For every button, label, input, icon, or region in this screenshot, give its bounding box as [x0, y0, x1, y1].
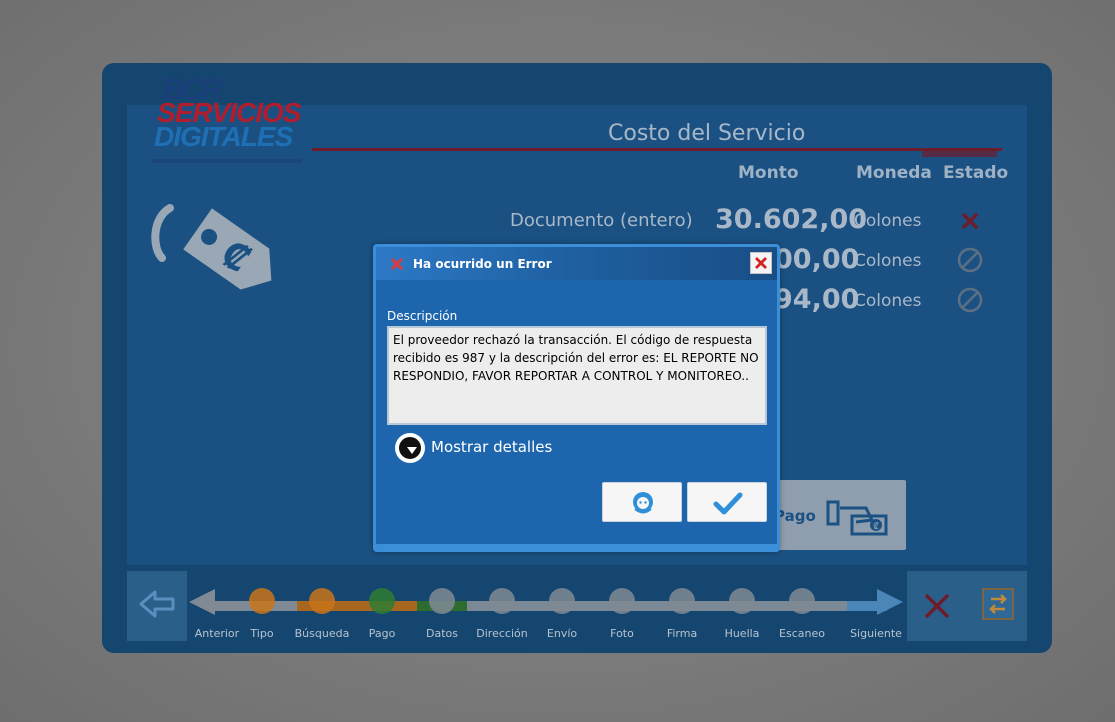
row-currency: Colones — [854, 251, 922, 271]
dialog-footer-bar — [376, 544, 777, 549]
price-tag-icon: ₡ — [151, 204, 272, 290]
step-5-location-icon[interactable] — [489, 588, 515, 614]
chevron-down-icon — [397, 435, 423, 461]
step-2-magnifier-icon[interactable] — [309, 588, 335, 614]
column-header-amount: Monto — [738, 163, 799, 183]
step-10-scanner-icon[interactable] — [789, 588, 815, 614]
show-details-toggle[interactable] — [395, 433, 425, 463]
dialog-close-button[interactable] — [750, 252, 772, 274]
step-4-people-icon[interactable] — [429, 588, 455, 614]
error-icon — [390, 257, 404, 271]
arrow-left-icon — [139, 590, 175, 618]
bcr-logo: BCR SERVICIOS DIGITALES — [152, 73, 312, 163]
dialog-header: Ha ocurrido un Error — [376, 247, 777, 280]
step-3-tag-icon[interactable] — [369, 588, 395, 614]
description-textbox[interactable]: El proveedor rechazó la transacción. El … — [387, 326, 767, 425]
support-button[interactable] — [602, 482, 682, 522]
status-disabled-icon — [957, 247, 983, 273]
close-icon — [924, 593, 950, 619]
cash-hand-icon: ₡ — [826, 500, 888, 536]
logo-line-3: DIGITALES — [154, 121, 293, 152]
column-header-status: Estado — [943, 163, 1009, 183]
step-6-truck-icon[interactable] — [549, 588, 575, 614]
title-divider — [312, 148, 1002, 151]
checkmark-icon — [713, 492, 743, 515]
dialog-title: Ha ocurrido un Error — [413, 257, 552, 271]
close-icon — [755, 257, 767, 269]
arrow-left-nav-icon — [189, 589, 215, 615]
status-error-icon — [962, 213, 978, 229]
row-currency: Colones — [854, 291, 922, 311]
description-label: Descripción — [387, 309, 458, 323]
row-label-document: Documento (entero) — [510, 210, 693, 231]
pay-button-label: Pago — [774, 507, 816, 525]
error-dialog: Ha ocurrido un Error Descripción El prov… — [373, 244, 780, 552]
wizard-nav: Anterior Siguiente Tipo Búsqueda Pago Datos… — [127, 571, 1027, 643]
cancel-button[interactable] — [907, 571, 967, 641]
pay-button[interactable]: Pago ₡ — [774, 480, 906, 550]
row-amount: 30.602,00 — [715, 204, 868, 235]
row-amount: 00,00 — [774, 244, 860, 275]
step-1-question-icon[interactable] — [249, 588, 275, 614]
row-currency: Colones — [854, 211, 922, 231]
prev-button[interactable] — [127, 571, 187, 641]
transfer-icon — [982, 588, 1014, 620]
step-7-camera-icon[interactable] — [609, 588, 635, 614]
transfer-button[interactable] — [967, 571, 1027, 641]
support-agent-icon — [633, 492, 653, 514]
page-title: Costo del Servicio — [608, 121, 806, 146]
nav-label-next: Siguiente — [850, 627, 902, 640]
ok-button[interactable] — [687, 482, 767, 522]
step-8-pen-icon[interactable] — [669, 588, 695, 614]
step-label: Escaneo — [779, 627, 825, 640]
status-disabled-icon — [957, 287, 983, 313]
logo-tagline — [152, 159, 302, 163]
arrow-right-nav-icon — [877, 589, 903, 615]
title-accent — [922, 151, 997, 157]
row-amount: 94,00 — [774, 284, 860, 315]
show-details-label[interactable]: Mostrar detalles — [431, 438, 552, 456]
step-9-fingerprint-icon[interactable] — [729, 588, 755, 614]
svg-text:₡: ₡ — [873, 522, 879, 532]
column-header-currency: Moneda — [856, 163, 932, 183]
